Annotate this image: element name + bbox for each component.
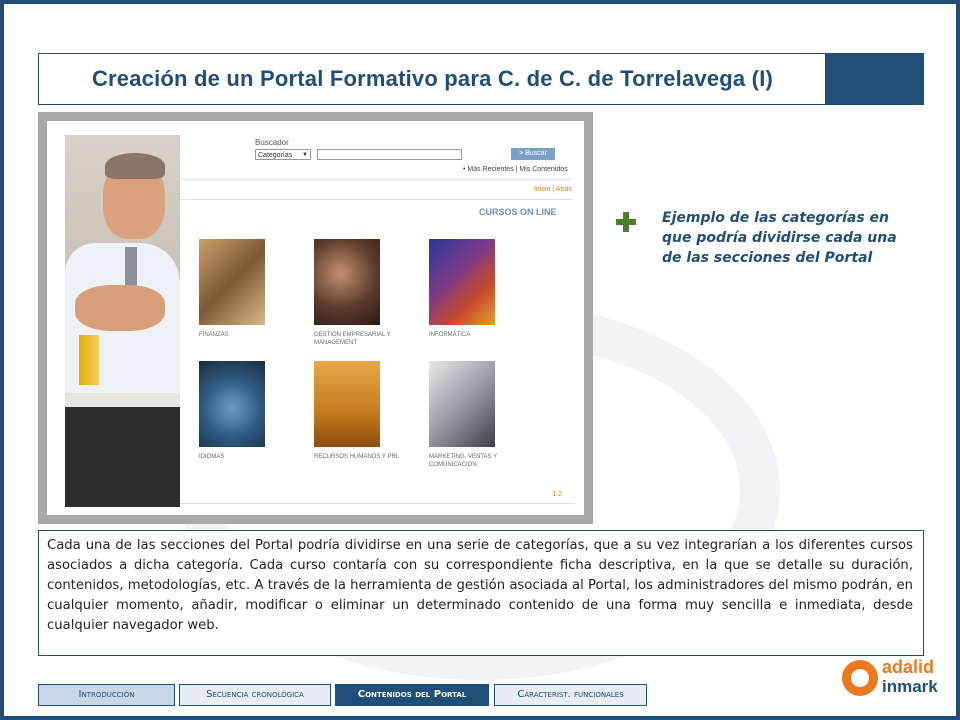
category-caption: IDIOMAS: [199, 454, 225, 460]
category-caption: FINANZAS: [199, 332, 229, 338]
globe-image: [199, 361, 265, 447]
adalid-inmark-logo: adalid inmark: [842, 655, 938, 705]
search-input: [317, 149, 462, 160]
coins-image: [314, 239, 380, 325]
category-select-value: Categorías: [258, 152, 293, 159]
category-tile-finanzas: FINANZAS: [199, 239, 265, 338]
people-image: [314, 361, 380, 447]
search-button: > Buscar: [511, 148, 555, 160]
portal-screenshot: Buscador Categorías ▼ > Buscar • Más Rec…: [38, 112, 593, 524]
tab-contenidos-portal[interactable]: Contenidos del Portal: [335, 684, 489, 706]
category-caption: INFORMÁTICA: [429, 332, 471, 338]
breadcrumb: Inicio | Atrás: [533, 186, 572, 193]
tab-introduccion[interactable]: Introducción: [38, 684, 175, 706]
quick-links: • Más Recientes | Mis Contenidos: [463, 166, 568, 173]
category-caption: MARKETING, VENTAS Y COMUNICACIÓN: [429, 454, 498, 468]
logo-word-adalid: adalid: [882, 657, 935, 677]
category-caption: GESTIÓN EMPRESARIAL Y MANAGEMENT: [314, 332, 391, 346]
category-select: Categorías ▼: [255, 149, 311, 160]
search-label: Buscador: [255, 138, 289, 147]
divider: [180, 503, 575, 504]
pagination: 1 2: [552, 491, 562, 498]
computer-image: [429, 239, 495, 325]
category-caption: RECURSOS HUMANOS Y PRL: [314, 454, 400, 460]
tab-secuencia-cronologica[interactable]: Secuencia cronológica: [179, 684, 331, 706]
portal-screenshot-content: Buscador Categorías ▼ > Buscar • Más Rec…: [47, 121, 584, 515]
category-tile-gestion: GESTIÓN EMPRESARIAL Y MANAGEMENT: [314, 239, 391, 346]
finance-image: [199, 239, 265, 325]
logo-mark-icon: [842, 660, 878, 696]
category-tile-rrhh: RECURSOS HUMANOS Y PRL: [314, 361, 399, 460]
chess-image: [429, 361, 495, 447]
category-tile-marketing: MARKETING, VENTAS Y COMUNICACIÓN: [429, 361, 497, 468]
page-title: Creación de un Portal Formativo para C. …: [91, 66, 774, 91]
description-box: Cada una de las secciones del Portal pod…: [38, 530, 924, 656]
tab-caracteristicas-funcionales[interactable]: Característ. funcionales: [494, 684, 647, 706]
section-heading: CURSOS ON LINE: [479, 207, 557, 217]
chevron-down-icon: ▼: [302, 152, 308, 158]
divider: [180, 179, 572, 180]
category-tile-informatica: INFORMÁTICA: [429, 239, 495, 338]
title-bar: Creación de un Portal Formativo para C. …: [38, 53, 924, 105]
title-accent-block: [825, 54, 923, 104]
category-tile-idiomas: IDIOMAS: [199, 361, 265, 460]
businessman-photo: [65, 135, 180, 507]
plus-icon: [616, 212, 636, 232]
logo-word-inmark: inmark: [882, 677, 938, 696]
divider: [180, 199, 572, 200]
callout-text: Ejemplo de las categorías en que podría …: [662, 210, 897, 266]
